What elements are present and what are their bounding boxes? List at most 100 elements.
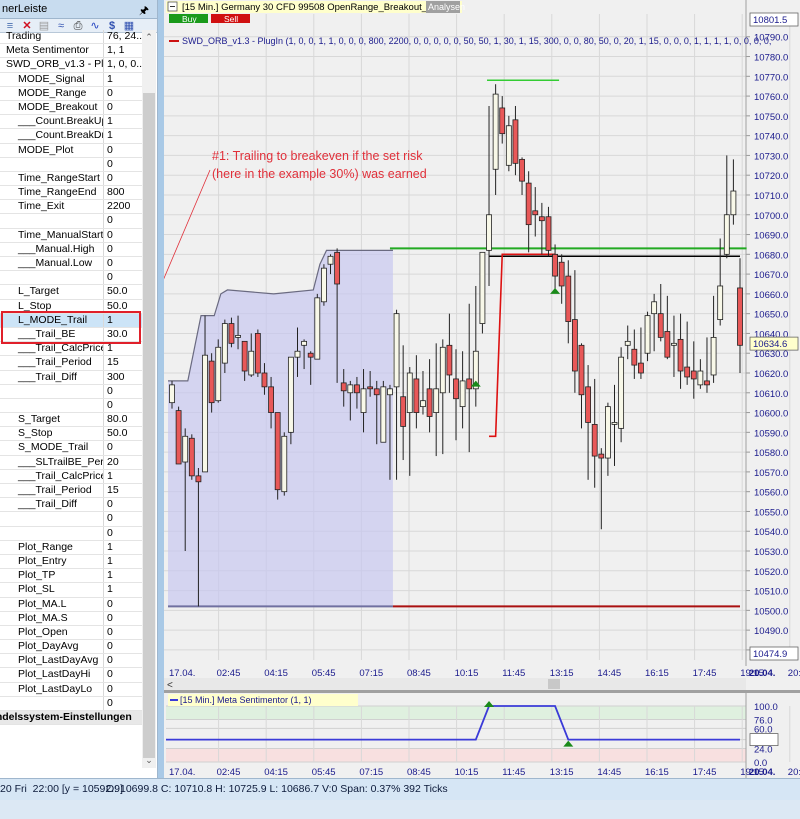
parameter-row[interactable]: Plot_SL 1 — [0, 583, 142, 598]
parameter-value[interactable]: 0 — [104, 612, 142, 625]
parameter-row[interactable]: ___SLTrailBE_Perc 20 — [0, 455, 142, 470]
parameter-row[interactable]: Plot_DayAvg 0 — [0, 640, 142, 655]
candle-body — [545, 216, 552, 251]
parameter-value[interactable]: 300 — [104, 371, 142, 384]
parameter-row[interactable]: Time_ManualStart 0 — [0, 228, 142, 243]
parameter-value[interactable]: 1 — [104, 541, 142, 554]
pin-icon[interactable]: 🖈 — [139, 2, 149, 21]
parameter-row[interactable]: Plot_Range 1 — [0, 540, 142, 555]
parameter-row[interactable]: ___Trail_Period 15 — [0, 356, 142, 371]
parameter-value[interactable]: 0 — [104, 626, 142, 639]
parameter-row[interactable]: ___Trail_CalcPrice 1 — [0, 469, 142, 484]
parameter-value[interactable]: 0 — [104, 385, 142, 398]
parameter-row[interactable]: Meta Sentimentor 1, 1 — [0, 44, 142, 59]
analysen-button[interactable]: Analysen — [428, 2, 465, 12]
parameter-value[interactable]: 0 — [104, 257, 142, 270]
parameter-row[interactable]: Time_Exit 2200 — [0, 200, 142, 215]
parameter-value[interactable]: 0 — [104, 158, 142, 171]
parameter-value[interactable]: 1 — [104, 569, 142, 582]
parameter-row[interactable]: ___Manual.Low 0 — [0, 257, 142, 272]
parameter-value[interactable]: 0 — [104, 243, 142, 256]
parameter-row[interactable]: ___Trail_CalcPrice 1 — [0, 342, 142, 357]
parameter-row[interactable]: S_MODE_Trail 0 — [0, 441, 142, 456]
parameter-row[interactable]: 0 — [0, 526, 142, 541]
parameter-row[interactable]: Plot_MA.L 0 — [0, 597, 142, 612]
parameter-row[interactable]: 0 — [0, 398, 142, 414]
parameter-row[interactable]: Time_RangeEnd 800 — [0, 186, 142, 201]
parameter-value[interactable]: 0 — [104, 498, 142, 511]
parameter-value[interactable]: 1 — [104, 470, 142, 483]
parameter-value[interactable]: 76, 24... — [104, 30, 142, 43]
parameter-row[interactable]: ___Trail_Period 15 — [0, 484, 142, 499]
parameter-value[interactable]: 0 — [104, 654, 142, 667]
parameter-row[interactable]: MODE_Range 0 — [0, 86, 142, 101]
parameter-value[interactable]: 0 — [104, 399, 142, 412]
parameter-value[interactable]: 0 — [104, 172, 142, 185]
parameter-row[interactable]: MODE_Breakout 0 — [0, 100, 142, 116]
sell-button[interactable]: Sell — [224, 14, 238, 24]
section-header[interactable]: andelssystem-Einstellungen — [0, 711, 142, 726]
parameter-value[interactable]: 0 — [104, 229, 142, 242]
parameter-value[interactable]: 800 — [104, 186, 142, 199]
parameter-row[interactable]: SWD_ORB_v1.3 - Plu...1, 0, 0... — [0, 58, 142, 73]
parameter-row[interactable]: S_Stop 50.0 — [0, 427, 142, 442]
parameter-row[interactable]: Plot_TP 1 — [0, 569, 142, 584]
parameter-value[interactable]: 1 — [104, 555, 142, 568]
parameter-row[interactable]: Plot_MA.S 0 — [0, 611, 142, 626]
parameter-value[interactable]: 0 — [104, 527, 142, 540]
parameter-row[interactable]: Plot_Open 0 — [0, 625, 142, 641]
parameter-value[interactable]: 1 — [104, 583, 142, 596]
parameter-row[interactable]: Plot_LastDayHi 0 — [0, 668, 142, 683]
parameter-value[interactable]: 80.0 — [104, 413, 142, 426]
parameter-value[interactable]: 0 — [104, 144, 142, 157]
parameter-value[interactable]: 50.0 — [104, 427, 142, 440]
parameter-value[interactable]: 15 — [104, 356, 142, 369]
scroll-thumb[interactable] — [143, 93, 155, 758]
parameter-row[interactable]: 0 — [0, 384, 142, 399]
parameter-value[interactable]: 1 — [104, 342, 142, 355]
parameter-value[interactable]: 1, 0, 0... — [104, 58, 142, 71]
parameter-value[interactable]: 2200 — [104, 200, 142, 213]
parameter-row[interactable]: 0 — [0, 512, 142, 527]
parameter-row[interactable]: 0 — [0, 271, 142, 286]
parameter-value[interactable]: 20 — [104, 456, 142, 469]
parameter-value[interactable]: 0 — [104, 598, 142, 611]
parameter-value[interactable]: 0 — [104, 683, 142, 696]
parameter-row[interactable]: Plot_Entry 1 — [0, 554, 142, 570]
parameter-value[interactable]: 1 — [104, 73, 142, 86]
scroll-down-icon[interactable]: ⌄ — [142, 755, 156, 766]
parameter-row[interactable]: Plot_LastDayAvg 0 — [0, 654, 142, 669]
parameter-value[interactable]: 0 — [104, 214, 142, 227]
parameter-value[interactable]: 1, 1 — [104, 44, 142, 57]
scroll-up-icon[interactable]: ⌃ — [142, 32, 156, 43]
parameter-row[interactable]: 0 — [0, 157, 142, 172]
parameter-row[interactable]: Time_RangeStart 0 — [0, 171, 142, 187]
parameter-row[interactable]: Plot_LastDayLo 0 — [0, 682, 142, 697]
parameter-value[interactable]: 1 — [104, 115, 142, 128]
parameter-row[interactable]: 0 — [0, 214, 142, 229]
parameter-value[interactable]: 0 — [104, 271, 142, 284]
parameter-value[interactable]: 0 — [104, 697, 142, 710]
parameter-row[interactable]: S_Target 80.0 — [0, 413, 142, 428]
parameter-value[interactable]: 0 — [104, 87, 142, 100]
parameter-row[interactable]: MODE_Plot 0 — [0, 143, 142, 158]
buy-button[interactable]: Buy — [182, 14, 197, 24]
parameter-value[interactable]: 0 — [104, 512, 142, 525]
parameter-value[interactable]: 1 — [104, 129, 142, 142]
parameter-row[interactable]: ___Count.BreakDn 1 — [0, 129, 142, 144]
parameter-value[interactable]: 0 — [104, 668, 142, 681]
parameter-row[interactable]: 0 — [0, 696, 142, 711]
parameter-row[interactable]: ___Count.BreakUp 1 — [0, 115, 142, 130]
parameter-value[interactable]: 0 — [104, 441, 142, 454]
panel-scrollbar[interactable]: ⌃ ⌄ — [142, 30, 156, 768]
parameter-row[interactable]: ___Trail_Diff 300 — [0, 370, 142, 385]
parameter-row[interactable]: MODE_Signal 1 — [0, 72, 142, 87]
parameter-row[interactable]: Trading 76, 24... — [0, 30, 142, 45]
parameter-value[interactable]: 0 — [104, 101, 142, 114]
parameter-value[interactable]: 50.0 — [104, 285, 142, 298]
parameter-row[interactable]: L_Target 50.0 — [0, 285, 142, 300]
parameter-value[interactable]: 15 — [104, 484, 142, 497]
parameter-value[interactable]: 0 — [104, 640, 142, 653]
parameter-row[interactable]: ___Manual.High 0 — [0, 242, 142, 257]
parameter-row[interactable]: ___Trail_Diff 0 — [0, 498, 142, 513]
